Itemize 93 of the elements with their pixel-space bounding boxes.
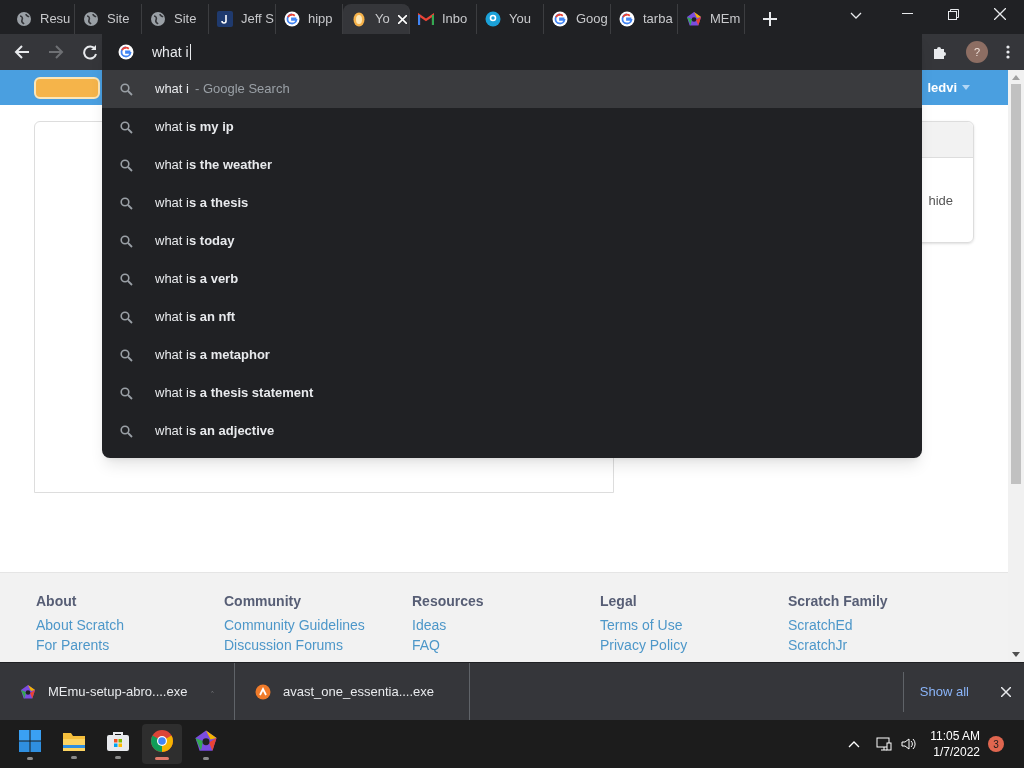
bubble-icon bbox=[485, 11, 501, 27]
back-icon[interactable] bbox=[14, 44, 30, 60]
browser-tab[interactable]: Yo bbox=[343, 4, 410, 34]
clock-time[interactable]: 11:05 AM bbox=[930, 728, 980, 744]
tab-title: Site bbox=[174, 10, 197, 29]
globe-icon bbox=[150, 11, 166, 27]
pentagon-icon bbox=[20, 683, 36, 700]
show-all-link[interactable]: Show all bbox=[919, 681, 969, 702]
close-icon[interactable] bbox=[994, 8, 1006, 20]
suggestion-text: what is a verb bbox=[155, 270, 239, 289]
search-icon bbox=[120, 424, 133, 438]
suggestion-text: what is today bbox=[155, 232, 235, 251]
windows-icon bbox=[18, 728, 42, 753]
footer-heading: Legal bbox=[600, 593, 638, 609]
tab-title: tarba bbox=[643, 10, 673, 29]
minimize-icon[interactable] bbox=[902, 13, 913, 15]
suggestion-text: what is a metaphor bbox=[155, 346, 270, 365]
file-name: avast_one_essentia....exe bbox=[283, 682, 435, 701]
footer-heading: Resources bbox=[412, 593, 485, 609]
suggestion-item[interactable]: what is an adjective bbox=[102, 412, 922, 450]
tab-title: Site bbox=[107, 10, 130, 29]
suggestion-text: what is an nft bbox=[155, 308, 236, 327]
tab-title: MEm bbox=[710, 10, 741, 29]
avast-icon bbox=[255, 683, 271, 700]
forward-icon[interactable] bbox=[48, 44, 64, 60]
globe-icon bbox=[16, 11, 32, 27]
network-icon[interactable] bbox=[876, 736, 893, 752]
tab-title: Resu bbox=[40, 10, 71, 29]
suggestion-text: what i bbox=[155, 80, 189, 99]
cat-icon bbox=[351, 11, 367, 27]
menu-icon[interactable] bbox=[1006, 45, 1010, 59]
search-icon bbox=[120, 120, 133, 134]
clock-date[interactable]: 1/7/2022 bbox=[933, 744, 980, 760]
scroll-down-icon[interactable] bbox=[1012, 652, 1020, 657]
suggestion-item[interactable]: what i - Google Search bbox=[102, 70, 922, 108]
tab-title: Inbo bbox=[442, 10, 468, 29]
suggestion-text: what is the weather bbox=[155, 156, 273, 175]
tab-title: Jeff S bbox=[241, 10, 274, 29]
google-icon bbox=[552, 11, 568, 27]
google-icon bbox=[284, 11, 300, 27]
scroll-thumb[interactable] bbox=[1011, 84, 1021, 484]
chevron-down-icon[interactable] bbox=[850, 12, 862, 20]
pentagon-icon bbox=[194, 728, 218, 753]
notification-badge[interactable]: 3 bbox=[988, 736, 1004, 752]
search-icon bbox=[120, 234, 133, 248]
google-icon bbox=[118, 44, 134, 60]
suggestion-item[interactable]: what is a verb bbox=[102, 260, 922, 298]
tab-title: You bbox=[509, 10, 531, 29]
footer-heading: Community bbox=[224, 593, 302, 609]
suggestion-text: what is a thesis statement bbox=[155, 384, 314, 403]
mail-icon bbox=[418, 13, 434, 25]
search-icon bbox=[120, 272, 133, 286]
chevron-up-icon[interactable] bbox=[848, 740, 861, 748]
hide-text[interactable]: hide bbox=[928, 191, 953, 211]
tab-title: Goog bbox=[576, 10, 608, 29]
search-icon bbox=[120, 348, 133, 362]
chrome-icon bbox=[150, 728, 174, 753]
reload-icon[interactable] bbox=[82, 44, 98, 60]
suggestion-item[interactable]: what is a thesis bbox=[102, 184, 922, 222]
tab-title: hipp bbox=[308, 10, 333, 29]
suggestion-item[interactable]: what is a thesis statement bbox=[102, 374, 922, 412]
google-icon bbox=[619, 11, 635, 27]
letter-j-icon bbox=[217, 11, 233, 27]
address-field[interactable]: what i bbox=[152, 44, 191, 60]
search-icon bbox=[120, 386, 133, 400]
store-icon bbox=[106, 729, 130, 752]
restore-icon[interactable] bbox=[948, 9, 959, 20]
suggestion-item[interactable]: what is the weather bbox=[102, 146, 922, 184]
search-icon bbox=[120, 82, 133, 96]
search-icon bbox=[120, 158, 133, 172]
suggestion-item[interactable]: what is a metaphor bbox=[102, 336, 922, 374]
footer-heading: Scratch Family bbox=[788, 593, 889, 609]
suggestion-text: what is an adjective bbox=[155, 422, 275, 441]
search-icon bbox=[120, 196, 133, 210]
puzzle-icon[interactable] bbox=[932, 44, 948, 60]
new-tab-icon[interactable] bbox=[763, 12, 777, 26]
pentagon-icon bbox=[686, 11, 702, 27]
file-name: MEmu-setup-abro....exe bbox=[48, 682, 188, 701]
close-icon[interactable] bbox=[1001, 686, 1011, 697]
volume-icon[interactable] bbox=[900, 736, 917, 752]
profile-avatar[interactable]: ? bbox=[966, 41, 988, 63]
suggestion-item[interactable]: what is today bbox=[102, 222, 922, 260]
suggestion-hint: - Google Search bbox=[194, 80, 290, 99]
scrollbar[interactable] bbox=[1008, 70, 1024, 662]
taskbar-app[interactable] bbox=[142, 724, 182, 764]
globe-icon bbox=[83, 11, 99, 27]
footer-heading: About bbox=[36, 593, 78, 609]
suggestion-item[interactable]: what is an nft bbox=[102, 298, 922, 336]
suggestion-text: what is a thesis bbox=[155, 194, 249, 213]
tab-title: Yo bbox=[375, 10, 390, 29]
suggestion-text: what is my ip bbox=[155, 118, 234, 137]
search-icon bbox=[120, 310, 133, 324]
suggestion-item[interactable]: what is my ip bbox=[102, 108, 922, 146]
